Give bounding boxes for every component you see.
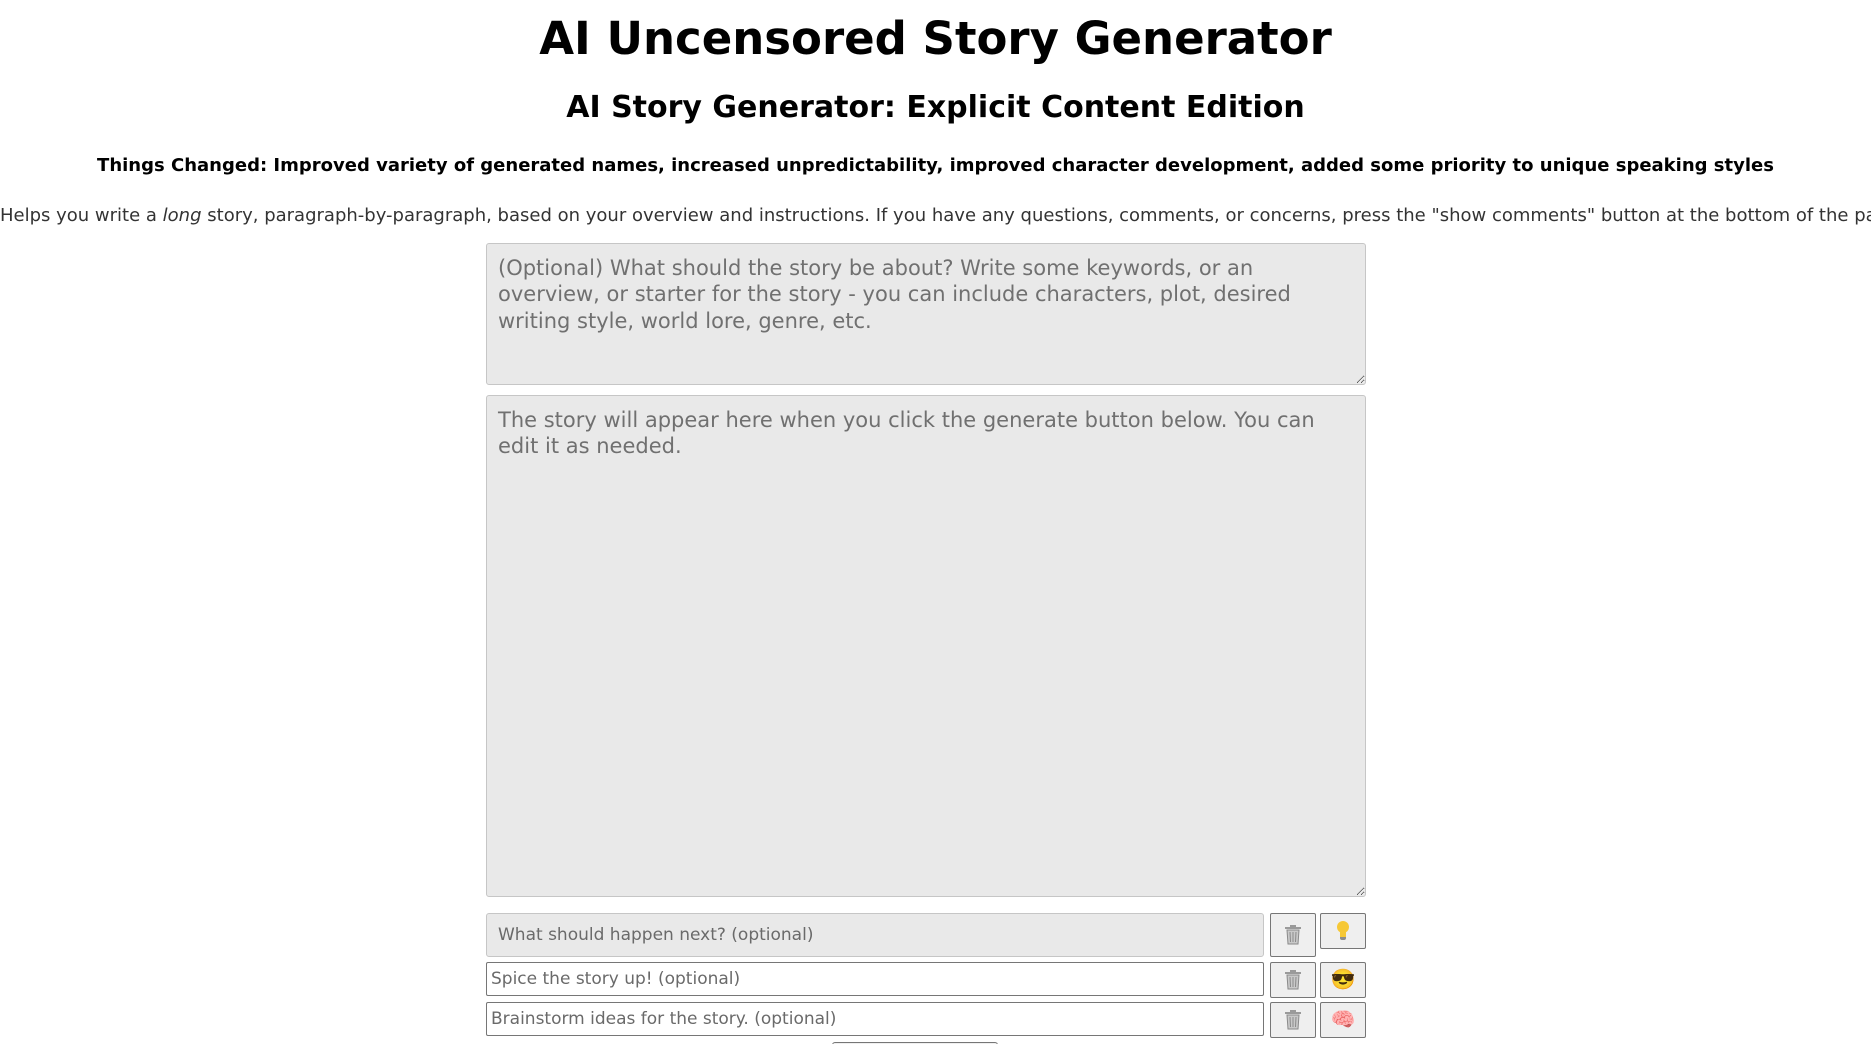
clear-brainstorm-button[interactable] bbox=[1270, 1002, 1316, 1038]
intro-text-start: Helps you write a bbox=[0, 205, 163, 226]
next-instruction-input[interactable] bbox=[486, 913, 1264, 957]
brainstorm-row: 🧠 bbox=[486, 1002, 1366, 1044]
spice-input[interactable] bbox=[486, 962, 1264, 996]
intro-text: Helps you write a long story, paragraph-… bbox=[0, 205, 1871, 227]
smiling-face-with-sunglasses-icon: 😎 bbox=[1330, 969, 1356, 991]
trash-icon bbox=[1284, 970, 1302, 990]
story-overview-textarea[interactable] bbox=[486, 243, 1366, 385]
suggest-next-button[interactable] bbox=[1320, 913, 1366, 949]
trash-icon bbox=[1284, 925, 1302, 945]
intro-text-end: story, paragraph-by-paragraph, based on … bbox=[201, 205, 1871, 226]
clear-spice-button[interactable] bbox=[1270, 962, 1316, 998]
brainstorm-button[interactable]: 🧠 bbox=[1320, 1002, 1366, 1038]
clear-next-instruction-button[interactable] bbox=[1270, 913, 1316, 957]
story-output-textarea[interactable] bbox=[486, 395, 1366, 897]
page-title: AI Uncensored Story Generator bbox=[539, 12, 1332, 65]
next-instruction-row bbox=[486, 913, 1366, 957]
changelog-text: Things Changed: Improved variety of gene… bbox=[97, 155, 1774, 176]
brain-icon: 🧠 bbox=[1330, 1009, 1356, 1031]
spice-up-button[interactable]: 😎 bbox=[1320, 962, 1366, 998]
intro-text-emphasis: long bbox=[162, 205, 202, 226]
brainstorm-input[interactable] bbox=[486, 1002, 1264, 1036]
lightbulb-icon bbox=[1336, 921, 1350, 941]
page: AI Uncensored Story Generator AI Story G… bbox=[0, 0, 1871, 1044]
trash-icon bbox=[1284, 1010, 1302, 1030]
page-subtitle: AI Story Generator: Explicit Content Edi… bbox=[566, 90, 1305, 125]
spice-row: 😎 bbox=[486, 962, 1366, 1006]
